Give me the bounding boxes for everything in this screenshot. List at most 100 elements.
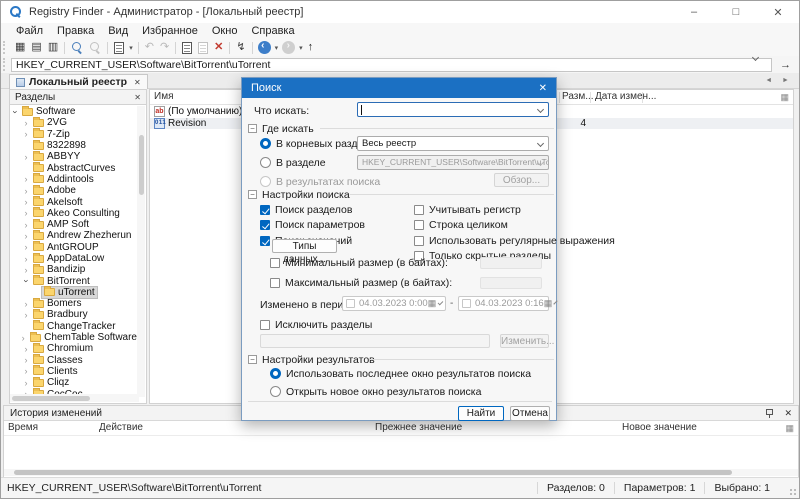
expand-arrow-icon[interactable] xyxy=(21,118,31,128)
open-snapshot-icon[interactable]: ▤ xyxy=(28,40,44,55)
expand-arrow-icon[interactable] xyxy=(21,265,31,275)
expand-arrow-icon[interactable] xyxy=(21,174,31,184)
tree-item[interactable]: uTorrent xyxy=(10,285,139,299)
tree-item[interactable]: Andrew Zhezherun xyxy=(10,229,139,241)
radio-root-keys[interactable] xyxy=(260,138,271,149)
tab-local-registry[interactable]: Локальный реестр ✕ xyxy=(9,74,148,89)
tree-item[interactable]: Clients xyxy=(10,365,139,377)
tree-item[interactable]: Adobe xyxy=(10,184,139,196)
max-size-input[interactable] xyxy=(480,277,542,289)
checkbox-icon[interactable] xyxy=(414,220,424,231)
history-column[interactable]: Новое значение xyxy=(622,422,697,433)
undo-icon[interactable]: ↶ xyxy=(142,40,157,55)
menu-item[interactable]: Файл xyxy=(9,25,50,37)
chevron-down-icon[interactable] xyxy=(437,299,444,306)
change-button[interactable]: Изменить... xyxy=(500,334,554,348)
search-option-checkbox-row[interactable]: Строка целиком xyxy=(414,218,615,234)
tree-item[interactable]: Bomers xyxy=(10,297,139,309)
exclude-keys-input[interactable] xyxy=(260,334,490,348)
radio-reuse-window[interactable] xyxy=(270,368,281,379)
expand-arrow-icon[interactable] xyxy=(21,254,31,264)
tree-item[interactable]: Classes xyxy=(10,354,139,366)
search-option-checkbox-row[interactable]: Учитывать регистр xyxy=(414,202,615,218)
collapse-options-icon[interactable]: − xyxy=(248,190,257,199)
tree-item[interactable]: Addintools xyxy=(10,173,139,185)
tree-item[interactable]: Akeo Consulting xyxy=(10,207,139,219)
checkbox-icon[interactable] xyxy=(260,319,270,330)
search-query-input[interactable] xyxy=(357,102,549,117)
dropdown-caret-icon[interactable]: ▾ xyxy=(297,44,305,52)
expand-arrow-icon[interactable] xyxy=(21,366,31,376)
expand-arrow-icon[interactable] xyxy=(18,333,28,343)
resize-grip[interactable] xyxy=(789,488,797,496)
calendar-icon[interactable]: ▦ xyxy=(428,299,437,308)
search-option-checkbox-row[interactable]: Использовать регулярные выражения xyxy=(414,233,615,249)
back-icon[interactable] xyxy=(257,40,271,54)
dropdown-caret-icon[interactable]: ▾ xyxy=(273,44,281,52)
chevron-down-icon[interactable] xyxy=(536,139,545,148)
local-registry-icon[interactable]: ▦ xyxy=(12,40,28,55)
radio-in-key[interactable] xyxy=(260,157,271,168)
collapse-where-icon[interactable]: − xyxy=(248,124,257,133)
expand-arrow-icon[interactable] xyxy=(21,129,31,139)
expand-arrow-icon[interactable] xyxy=(21,276,31,286)
expand-arrow-icon[interactable] xyxy=(21,355,31,365)
expand-arrow-icon[interactable] xyxy=(21,231,31,241)
tree-item[interactable]: ChemTable Software xyxy=(10,331,139,343)
tab-scroll-arrows[interactable]: ◄ ► xyxy=(765,77,793,84)
calendar-icon[interactable]: ▦ xyxy=(544,299,553,308)
menu-item[interactable]: Вид xyxy=(101,25,135,37)
redo-icon[interactable]: ↷ xyxy=(157,40,172,55)
menu-item[interactable]: Правка xyxy=(50,25,101,37)
cancel-button[interactable]: Отмена xyxy=(510,406,550,421)
expand-arrow-icon[interactable] xyxy=(21,242,31,252)
column-chooser-icon[interactable]: ▦ xyxy=(780,92,789,102)
tree-item[interactable]: Software xyxy=(10,106,139,117)
checkbox-icon[interactable] xyxy=(270,257,280,268)
min-size-row[interactable]: Минимальный размер (в байтах): xyxy=(270,255,448,271)
address-input[interactable]: HKEY_CURRENT_USER\Software\BitTorrent\uT… xyxy=(10,57,772,72)
tab-close-icon[interactable]: ✕ xyxy=(134,78,141,87)
expand-arrow-icon[interactable] xyxy=(21,344,31,354)
expand-arrow-icon[interactable] xyxy=(21,208,31,218)
keys-panel-close-icon[interactable]: ✕ xyxy=(134,93,141,102)
menu-item[interactable]: Окно xyxy=(205,25,245,37)
checkbox-icon[interactable] xyxy=(462,299,471,308)
column-modified[interactable]: Дата измен... xyxy=(595,91,656,102)
tree-vertical-scrollbar[interactable] xyxy=(137,106,145,397)
expand-arrow-icon[interactable] xyxy=(21,197,31,207)
chevron-down-icon[interactable] xyxy=(536,158,545,167)
radio-new-window[interactable] xyxy=(270,386,281,397)
search-next-icon[interactable] xyxy=(88,41,102,55)
compare-snapshots-icon[interactable]: ▥ xyxy=(45,40,61,55)
paste-icon[interactable] xyxy=(198,41,209,54)
tree-item[interactable]: BitTorrent xyxy=(10,275,139,287)
tree-item[interactable]: AMP Soft xyxy=(10,218,139,230)
find-button[interactable]: Найти xyxy=(458,406,504,421)
tree-item[interactable]: ABBYY xyxy=(10,150,139,162)
refresh-icon[interactable]: ↯ xyxy=(233,40,248,55)
tree-horizontal-scrollbar[interactable] xyxy=(10,394,139,402)
scope-select[interactable]: Весь реестр xyxy=(357,136,549,151)
tree-item[interactable]: Akelsoft xyxy=(10,196,139,208)
history-column[interactable]: Прежнее значение xyxy=(375,422,462,433)
history-column-chooser-icon[interactable]: ▦ xyxy=(785,423,794,433)
column-size[interactable]: Разм... xyxy=(562,91,594,102)
menu-item[interactable]: Справка xyxy=(244,25,301,37)
tree-item[interactable]: 2VG xyxy=(10,116,139,128)
history-column[interactable]: Действие xyxy=(99,422,143,433)
expand-arrow-icon[interactable] xyxy=(21,220,31,230)
date-from-picker[interactable]: 04.03.2023 0:00 ▦ xyxy=(342,296,446,311)
search-option-checkbox-row[interactable]: Поиск параметров xyxy=(260,218,365,234)
tree-item[interactable]: Bandizip xyxy=(10,263,139,275)
search-icon[interactable] xyxy=(70,41,84,55)
maximize-button[interactable]: □ xyxy=(715,1,757,23)
up-icon[interactable]: ↑ xyxy=(305,40,317,55)
max-size-row[interactable]: Максимальный размер (в байтах): xyxy=(270,275,452,291)
browse-button[interactable]: Обзор... xyxy=(494,173,549,187)
search-option-checkbox-row[interactable]: Поиск разделов xyxy=(260,202,365,218)
tree-item[interactable]: Chromium xyxy=(10,342,139,354)
tree-item[interactable]: Cliqz xyxy=(10,376,139,388)
delete-icon[interactable]: ✕ xyxy=(211,40,226,55)
search-dialog-close-icon[interactable]: ✕ xyxy=(539,83,547,94)
